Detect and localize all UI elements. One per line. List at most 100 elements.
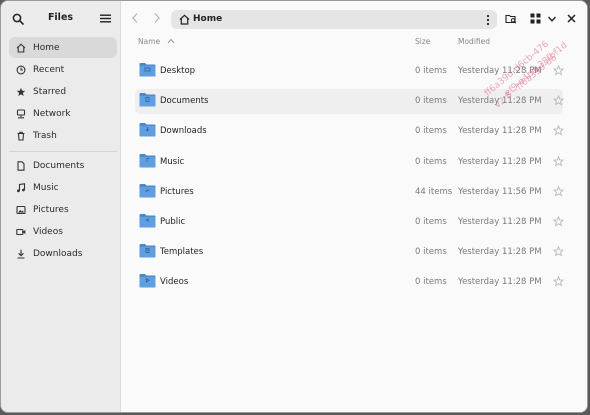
view-options-button[interactable] [545,12,558,25]
file-name: Pictures [160,187,194,197]
sidebar-item-label: Recent [33,64,65,75]
column-header-modified[interactable]: Modified [458,37,490,46]
star-icon [16,87,26,97]
star-icon[interactable] [553,186,564,197]
music-icon [16,182,26,193]
file-size: 0 items [415,217,447,227]
close-icon [567,14,576,23]
folder-search-icon [505,14,517,23]
file-modified: Yesterday 11:28 PM [458,277,542,287]
file-name: Desktop [160,66,196,76]
file-row[interactable]: Videos 0 items Yesterday 11:28 PM [135,270,564,295]
sidebar-separator [9,151,117,152]
forward-button[interactable] [151,12,163,26]
file-modified: Yesterday 11:28 PM [458,96,542,106]
folder-icon [139,214,156,228]
star-icon[interactable] [553,65,564,76]
sidebar-item-pictures[interactable]: Pictures [9,199,117,220]
star-icon[interactable] [553,276,564,287]
file-row[interactable]: Templates 0 items Yesterday 11:28 PM [135,240,564,265]
file-size: 0 items [415,277,447,287]
sidebar-item-label: Pictures [33,204,69,215]
sidebar: Files Home Recent Starred Network Trash … [1,1,121,412]
sidebar-item-documents[interactable]: Documents [9,155,117,176]
chevron-right-icon [154,13,160,23]
sidebar-item-downloads[interactable]: Downloads [9,243,117,264]
file-modified: Yesterday 11:28 PM [458,217,542,227]
sidebar-item-trash[interactable]: Trash [9,125,117,146]
folder-icon [139,274,156,288]
chevron-left-icon [132,13,138,23]
sort-ascending-icon [167,38,174,44]
file-name: Music [160,157,185,167]
file-name: Templates [160,247,204,257]
folder-icon [139,93,156,107]
column-header-size[interactable]: Size [415,37,430,46]
file-row[interactable]: Downloads 0 items Yesterday 11:28 PM [135,119,564,144]
home-icon [16,42,26,53]
sidebar-header: Files [1,1,120,37]
star-icon[interactable] [553,125,564,136]
video-icon [16,227,26,237]
star-icon[interactable] [553,246,564,257]
folder-icon [139,184,156,198]
trash-icon [16,131,26,141]
sidebar-item-label: Downloads [33,248,83,259]
file-row[interactable]: Documents 0 items Yesterday 11:28 PM [135,89,564,114]
sidebar-item-music[interactable]: Music [9,177,117,198]
file-size: 0 items [415,247,447,257]
column-header-name[interactable]: Name [138,37,175,46]
document-icon [16,160,26,171]
sidebar-item-label: Music [33,182,59,193]
path-bar[interactable]: Home [171,10,497,29]
file-modified: Yesterday 11:28 PM [458,126,542,136]
folder-icon [139,63,156,77]
sidebar-item-label: Home [33,42,60,53]
sidebar-item-home[interactable]: Home [9,37,117,58]
sidebar-item-starred[interactable]: Starred [9,81,117,102]
star-icon[interactable] [553,216,564,227]
network-icon [16,108,26,119]
file-row[interactable]: Music 0 items Yesterday 11:28 PM [135,150,564,175]
file-size: 0 items [415,66,447,76]
close-button[interactable] [565,12,578,25]
star-icon[interactable] [553,95,564,106]
folder-icon [139,154,156,168]
file-size: 44 items [415,187,453,197]
path-location[interactable]: Home [193,14,222,24]
header-bar: Home [121,1,587,37]
file-row[interactable]: Pictures 44 items Yesterday 11:56 PM [135,180,564,205]
sidebar-item-network[interactable]: Network [9,103,117,124]
file-modified: Yesterday 11:56 PM [458,187,542,197]
file-name: Downloads [160,126,207,136]
file-row[interactable]: Public 0 items Yesterday 11:28 PM [135,210,564,235]
more-options-icon[interactable] [485,14,491,26]
grid-view-button[interactable] [529,12,542,25]
folder-icon [139,123,156,137]
file-name: Documents [160,96,209,106]
file-name: Public [160,217,186,227]
sidebar-item-videos[interactable]: Videos [9,221,117,242]
file-name: Videos [160,277,189,287]
file-modified: Yesterday 11:28 PM [458,66,542,76]
grid-icon [530,13,541,24]
file-size: 0 items [415,157,447,167]
sidebar-item-label: Trash [33,130,57,141]
picture-icon [16,205,26,215]
download-icon [16,249,26,259]
files-window: Files Home Recent Starred Network Trash … [0,0,588,413]
file-size: 0 items [415,126,447,136]
folder-icon [139,244,156,258]
chevron-down-icon [547,16,556,22]
star-icon[interactable] [553,156,564,167]
search-folder-button[interactable] [505,12,518,25]
back-button[interactable] [129,12,141,26]
sidebar-item-label: Videos [33,226,63,237]
file-size: 0 items [415,96,447,106]
main-content: Home Name Size Modified Desktop 0 items Y [121,1,587,412]
sidebar-item-label: Starred [33,86,67,97]
sidebar-item-recent[interactable]: Recent [9,59,117,80]
file-modified: Yesterday 11:28 PM [458,157,542,167]
file-row[interactable]: Desktop 0 items Yesterday 11:28 PM [135,59,564,84]
hamburger-menu-icon[interactable] [100,13,111,24]
